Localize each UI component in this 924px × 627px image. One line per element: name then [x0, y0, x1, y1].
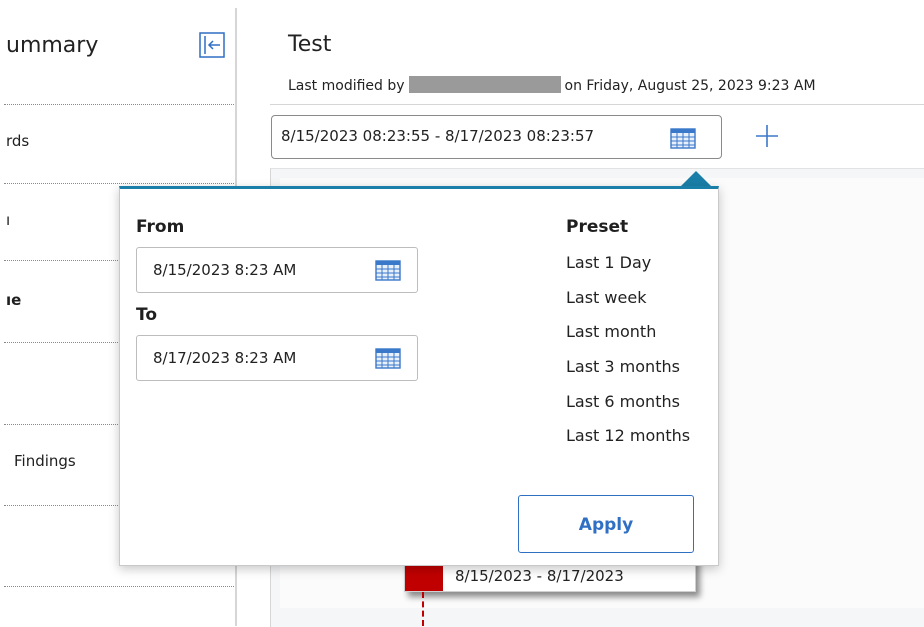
- apply-button[interactable]: Apply: [518, 495, 694, 553]
- date-range-field[interactable]: 8/15/2023 08:23:55 - 8/17/2023 08:23:57: [271, 115, 722, 159]
- date-range-value: 8/15/2023 08:23:55 - 8/17/2023 08:23:57: [281, 127, 595, 145]
- collapse-sidebar-button[interactable]: [199, 32, 225, 58]
- from-date-input[interactable]: 8/15/2023 8:23 AM: [136, 247, 418, 293]
- preset-last-3-months[interactable]: Last 3 months: [566, 357, 680, 376]
- header-divider: [270, 104, 924, 105]
- preset-last-12-months[interactable]: Last 12 months: [566, 426, 690, 445]
- last-modified-text: Last modified by on Friday, August 25, 20…: [288, 76, 816, 94]
- sidebar-item-records[interactable]: rds: [0, 125, 236, 165]
- preset-last-week[interactable]: Last week: [566, 288, 646, 307]
- calendar-icon[interactable]: [670, 127, 696, 149]
- page-title: Test: [288, 32, 332, 57]
- preset-last-month[interactable]: Last month: [566, 322, 656, 341]
- popover-arrow: [681, 171, 711, 186]
- divider: [4, 183, 234, 184]
- collapse-left-icon: [199, 32, 225, 58]
- calendar-icon[interactable]: [375, 259, 401, 281]
- sidebar-item-label: rds: [6, 132, 30, 150]
- to-label: To: [136, 305, 158, 325]
- from-label: From: [136, 217, 185, 237]
- preset-last-6-months[interactable]: Last 6 months: [566, 392, 680, 411]
- add-button[interactable]: [752, 121, 782, 151]
- calendar-icon[interactable]: [375, 347, 401, 369]
- to-date-input[interactable]: 8/17/2023 8:23 AM: [136, 335, 418, 381]
- from-date-value: 8/15/2023 8:23 AM: [153, 261, 297, 279]
- preset-last-1-day[interactable]: Last 1 Day: [566, 253, 651, 272]
- sidebar-title: ummary: [6, 33, 99, 58]
- event-label: 8/15/2023 - 8/17/2023: [455, 567, 624, 585]
- sidebar-item-label: ıe: [6, 291, 22, 309]
- to-date-value: 8/17/2023 8:23 AM: [153, 349, 297, 367]
- date-range-popover: From 8/15/2023 8:23 AM To 8/17/2023 8:23…: [119, 186, 719, 566]
- modified-prefix: Last modified by: [288, 78, 405, 94]
- sidebar-item-label: ı: [6, 211, 11, 229]
- divider: [4, 586, 234, 587]
- plus-icon: [756, 125, 778, 147]
- event-line: [422, 592, 424, 626]
- redacted-user: [408, 76, 561, 93]
- modified-suffix: on Friday, August 25, 2023 9:23 AM: [564, 78, 816, 94]
- divider: [4, 104, 234, 105]
- sidebar-item-label: Findings: [14, 452, 76, 470]
- preset-label: Preset: [566, 217, 629, 237]
